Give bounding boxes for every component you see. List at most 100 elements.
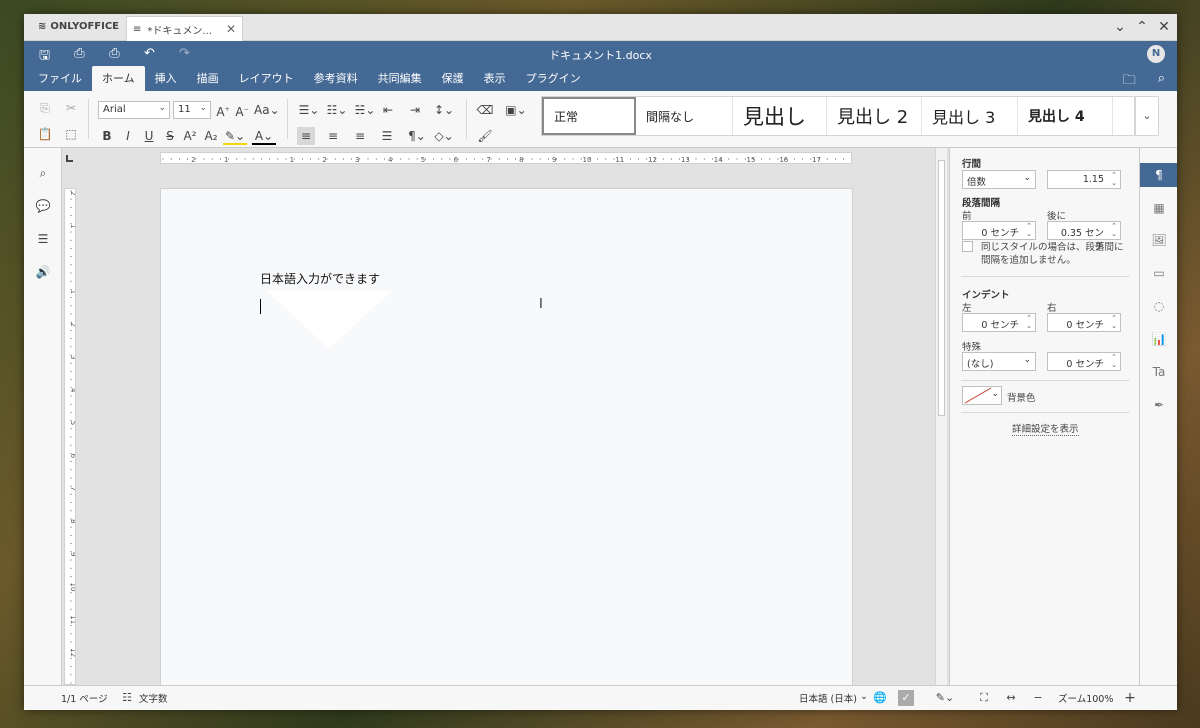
show-advanced-settings-link[interactable]: 詳細設定を表示 <box>1012 421 1079 436</box>
document-page[interactable]: 日本語入力ができます I <box>160 188 853 688</box>
copy-icon[interactable]: ⎘ <box>36 99 54 117</box>
spinner-arrows-icon[interactable]: ⌃ ⌄ <box>1111 171 1117 187</box>
vertical-scrollbar[interactable] <box>935 148 947 685</box>
style-no-spacing[interactable]: 間隔なし <box>636 97 733 135</box>
line-spacing-input[interactable]: 1.15 ⌃ ⌄ <box>1047 170 1121 189</box>
close-tab-icon[interactable]: ✕ <box>226 22 236 36</box>
style-normal[interactable]: 正常 <box>542 97 636 135</box>
paragraph-text[interactable]: 日本語入力ができます <box>260 270 380 287</box>
onlyoffice-logo[interactable]: ≋ ONLYOFFICE <box>38 21 119 32</box>
spell-check-icon[interactable]: ✓ <box>898 690 914 706</box>
chevron-down-icon[interactable]: ⌄ <box>1113 17 1127 37</box>
menu-tab-5[interactable]: 参考資料 <box>304 66 368 91</box>
highlight-color-icon[interactable]: ✎⌄ <box>223 127 247 145</box>
menu-tab-4[interactable]: レイアウト <box>229 66 304 91</box>
globe-icon[interactable]: 🌐 <box>872 690 888 706</box>
increase-indent-icon[interactable]: ⇥ <box>406 101 424 119</box>
shape-settings-icon[interactable]: ◌ <box>1149 296 1169 316</box>
align-right-icon[interactable]: ≡ <box>351 127 369 145</box>
italic-icon[interactable]: I <box>119 127 137 145</box>
signature-icon[interactable]: ✒ <box>1149 395 1169 415</box>
menu-tab-0[interactable]: ファイル <box>28 66 92 91</box>
style-heading-3[interactable]: 見出し 3 <box>922 97 1018 135</box>
menu-tab-9[interactable]: プラグイン <box>516 66 591 91</box>
line-spacing-icon[interactable]: ↕⌄ <box>432 101 456 119</box>
superscript-icon[interactable]: A² <box>181 127 199 145</box>
open-location-icon[interactable]: 🗀 <box>1123 71 1136 93</box>
indent-left-input[interactable]: 0 センチ ⌃ ⌄ <box>962 313 1036 332</box>
font-size-select[interactable]: 11 ⌄ <box>173 101 211 119</box>
zoom-level[interactable]: ズーム100% <box>1058 691 1113 705</box>
spinner-arrows-icon[interactable]: ⌃ ⌄ <box>1111 314 1117 330</box>
subscript-icon[interactable]: A₂ <box>202 127 220 145</box>
document-tab[interactable]: ≡ *ドキュメン... ✕ <box>126 16 243 41</box>
spacing-before-input[interactable]: 0 センチ ⌃ ⌄ <box>962 221 1036 240</box>
copy-style-icon[interactable]: 🖌 <box>476 127 494 145</box>
spinner-arrows-icon[interactable]: ⌃ ⌄ <box>1111 222 1117 238</box>
fit-page-icon[interactable]: ⛶ <box>976 690 992 706</box>
decrease-indent-icon[interactable]: ⇤ <box>379 101 397 119</box>
zoom-out-icon[interactable]: − <box>1030 690 1046 706</box>
special-indent-select[interactable]: (なし) ⌄ <box>962 352 1036 371</box>
navigation-icon[interactable]: ☰ <box>34 230 52 248</box>
change-case-icon[interactable]: Aa⌄ <box>254 101 280 119</box>
track-changes-icon[interactable]: ✎⌄ <box>933 690 957 706</box>
close-window-icon[interactable]: ✕ <box>1157 17 1171 37</box>
decrease-font-icon[interactable]: A− <box>233 101 251 119</box>
chevron-up-icon[interactable]: ⌃ <box>1135 17 1149 37</box>
pilcrow-icon[interactable]: ¶⌄ <box>405 127 429 145</box>
shading-icon[interactable]: ◇⌄ <box>432 127 456 145</box>
same-style-checkbox[interactable] <box>962 241 973 252</box>
select-all-icon[interactable]: ⬚ <box>62 125 80 143</box>
menu-tab-7[interactable]: 保護 <box>432 66 474 91</box>
justify-icon[interactable]: ☰ <box>378 127 396 145</box>
spinner-arrows-icon[interactable]: ⌃ ⌄ <box>1026 222 1032 238</box>
text-art-icon[interactable]: Ta <box>1149 362 1169 382</box>
menu-tab-8[interactable]: 表示 <box>474 66 516 91</box>
spinner-arrows-icon[interactable]: ⌃ ⌄ <box>1026 314 1032 330</box>
increase-font-icon[interactable]: A+ <box>214 101 232 119</box>
header-footer-icon[interactable]: ▭ <box>1149 263 1169 283</box>
image-settings-icon[interactable]: 🖼 <box>1149 230 1169 250</box>
clear-style-icon[interactable]: ⌫ <box>476 101 494 119</box>
underline-icon[interactable]: U <box>140 127 158 145</box>
style-heading-1[interactable]: 見出し <box>733 97 827 135</box>
bold-icon[interactable]: B <box>98 127 116 145</box>
font-color-icon[interactable]: A⌄ <box>252 127 276 145</box>
spinner-arrows-icon[interactable]: ⌃ ⌄ <box>1111 353 1117 369</box>
user-avatar[interactable]: N <box>1147 45 1165 63</box>
page-indicator[interactable]: 1/1 ページ <box>61 691 108 705</box>
table-settings-icon[interactable]: ▦ <box>1149 198 1169 218</box>
color-scheme-icon[interactable]: ▣⌄ <box>504 101 528 119</box>
horizontal-ruler[interactable]: 2 1 1 2 3 4 5 6 7 8 9 10 11 12 13 14 15 16 17 <box>160 152 852 164</box>
align-left-icon[interactable]: ≡ <box>297 127 315 145</box>
language-select[interactable]: 日本語 (日本) <box>799 691 857 705</box>
vertical-ruler[interactable]: 21123456789101112 <box>64 188 76 685</box>
paste-icon[interactable]: 📋 <box>36 125 54 143</box>
menu-tab-1[interactable]: ホーム <box>92 66 145 91</box>
menu-tab-2[interactable]: 挿入 <box>145 66 187 91</box>
menu-tab-3[interactable]: 描画 <box>187 66 229 91</box>
strikethrough-icon[interactable]: S <box>161 127 179 145</box>
comment-icon[interactable]: 💬 <box>34 197 52 215</box>
chevron-down-icon[interactable]: ⌄ <box>1135 96 1159 136</box>
numbered-list-icon[interactable]: ☷⌄ <box>325 101 349 119</box>
word-count-button[interactable]: 文字数 <box>139 691 168 705</box>
style-heading-2[interactable]: 見出し 2 <box>827 97 922 135</box>
search-icon[interactable]: ⌕ <box>34 164 52 182</box>
scrollbar-thumb[interactable] <box>938 160 945 416</box>
zoom-in-icon[interactable]: + <box>1122 690 1138 706</box>
font-name-select[interactable]: Arial ⌄ <box>98 101 170 119</box>
style-heading-4[interactable]: 見出し 4 <box>1018 97 1113 135</box>
search-icon[interactable]: ⌕ <box>1158 71 1165 93</box>
indent-right-input[interactable]: 0 センチ ⌃ ⌄ <box>1047 313 1121 332</box>
spacing-after-input[interactable]: 0.35 センチ ⌃ ⌄ <box>1047 221 1121 253</box>
background-color-picker[interactable]: ⌄ <box>962 386 1002 405</box>
line-spacing-mode-select[interactable]: 倍数 ⌄ <box>962 170 1036 189</box>
chart-settings-icon[interactable]: 📊 <box>1149 329 1169 349</box>
bullet-list-icon[interactable]: ☰⌄ <box>297 101 321 119</box>
multilevel-list-icon[interactable]: ☵⌄ <box>353 101 377 119</box>
paragraph-settings-icon[interactable]: ¶ <box>1140 163 1177 187</box>
speaker-icon[interactable]: 🔊 <box>34 263 52 281</box>
special-indent-input[interactable]: 0 センチ ⌃ ⌄ <box>1047 352 1121 371</box>
